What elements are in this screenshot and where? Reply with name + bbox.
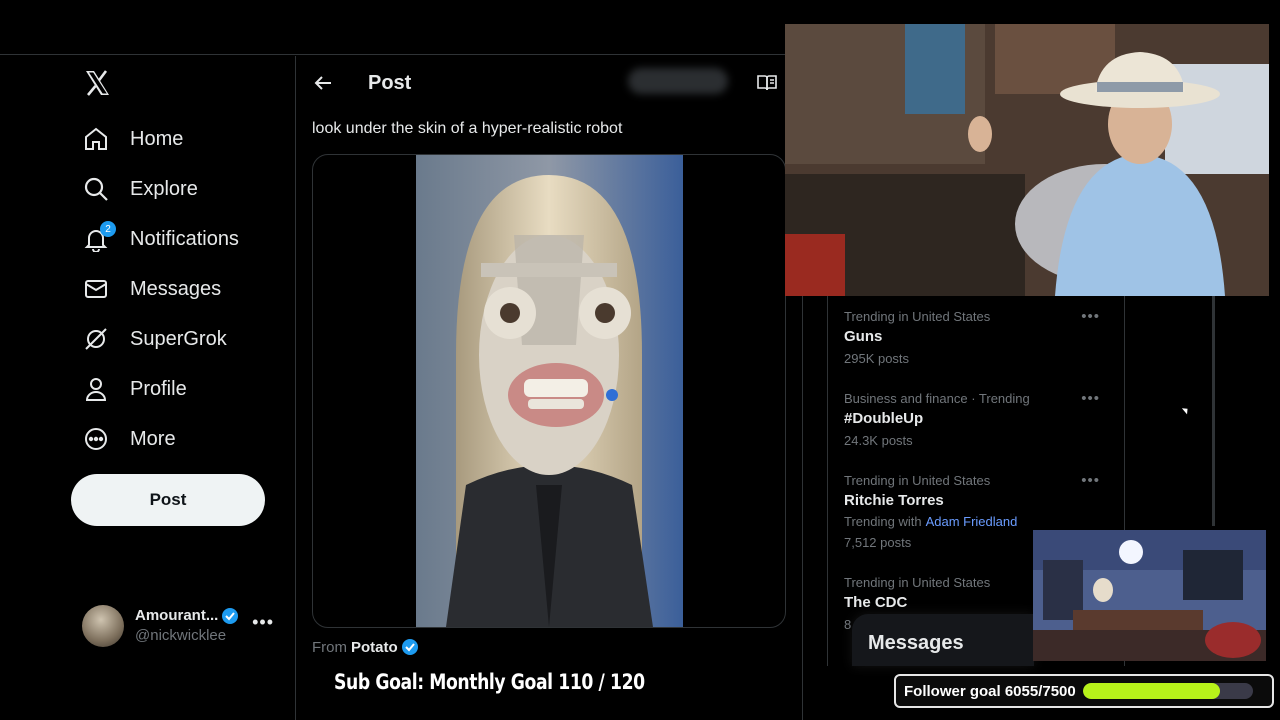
trend-meta: Trending in United States — [844, 309, 991, 324]
source-name[interactable]: Potato — [351, 639, 398, 656]
sidebar-item-profile[interactable]: Profile — [82, 369, 187, 409]
home-icon — [82, 125, 110, 153]
trend-related-link[interactable]: Adam Friedland — [926, 514, 1018, 529]
post-video[interactable] — [312, 154, 786, 628]
sidebar-item-messages[interactable]: Messages — [82, 269, 221, 309]
room-camera-image — [1033, 530, 1266, 661]
person-icon — [82, 375, 110, 403]
sidebar-item-label: Messages — [130, 277, 222, 300]
trend-related: Trending with Adam Friedland — [844, 512, 1108, 532]
sub-goal-text: Sub Goal: Monthly Goal 110 / 120 — [334, 670, 645, 694]
trend-name: Ritchie Torres — [844, 492, 944, 509]
trend-item[interactable]: Trending in United States Guns 295K post… — [844, 308, 1108, 370]
post-text: look under the skin of a hyper-realistic… — [312, 120, 623, 137]
sidebar-item-label: Explore — [130, 177, 198, 200]
trend-meta: Trending in United States — [844, 473, 991, 488]
messages-dock-label: Messages — [868, 632, 964, 654]
mouse-cursor-icon — [1181, 405, 1191, 415]
more-icon[interactable]: ••• — [1081, 390, 1100, 407]
account-name: Amourant... — [135, 607, 219, 624]
notification-badge: 2 — [100, 221, 116, 237]
trend-meta: Business and finance · Trending — [844, 391, 1030, 406]
sidebar-item-more[interactable]: More — [82, 419, 176, 459]
more-icon[interactable]: ••• — [1081, 308, 1100, 325]
follower-goal-widget: Follower goal 6055/7500 — [894, 674, 1274, 708]
sidebar-item-label: More — [130, 427, 176, 450]
account-handle: @nickwicklee — [135, 627, 227, 644]
x-logo-icon[interactable] — [82, 68, 112, 98]
trend-name: Guns — [844, 328, 883, 345]
sidebar-item-label: SuperGrok — [130, 327, 227, 350]
webcam-overlay — [785, 24, 1269, 296]
sidebar-item-supergrok[interactable]: SuperGrok — [82, 319, 227, 359]
page-title: Post — [368, 72, 412, 94]
sidebar-item-notifications[interactable]: 2 Notifications — [82, 219, 239, 259]
source-label: From — [312, 638, 347, 656]
search-icon — [82, 175, 110, 203]
reader-mode-icon[interactable] — [757, 74, 777, 92]
messages-dock[interactable]: Messages — [852, 614, 1034, 666]
blurred-header-element — [628, 68, 728, 94]
webcam-feed-image — [785, 24, 1269, 296]
post-source: From Potato — [312, 638, 419, 656]
trend-count: 295K posts — [844, 351, 910, 366]
more-icon[interactable]: ••• — [1081, 472, 1100, 489]
trend-count: 24.3K posts — [844, 433, 913, 448]
sidebar-item-home[interactable]: Home — [82, 119, 183, 159]
sidebar-nav: Home Explore 2 Notifications Messages Su… — [0, 56, 295, 720]
grok-icon — [82, 325, 110, 353]
account-more-icon[interactable]: ••• — [252, 612, 274, 633]
sidebar-item-explore[interactable]: Explore — [82, 169, 198, 209]
follower-goal-text: Follower goal 6055/7500 — [904, 682, 1076, 700]
bell-icon: 2 — [82, 221, 116, 253]
account-switcher[interactable]: Amourant... @nickwicklee ••• — [82, 604, 282, 648]
follower-goal-progress-fill — [1082, 683, 1220, 699]
verified-icon — [222, 608, 239, 624]
sidebar-item-label: Notifications — [130, 227, 239, 250]
follower-goal-progress-bar — [1082, 683, 1253, 699]
trend-item[interactable]: Business and finance · Trending #DoubleU… — [844, 390, 1108, 452]
envelope-icon — [82, 275, 110, 303]
trend-related-label: Trending with — [844, 514, 922, 529]
post-detail-column: Post look under the skin of a hyper-real… — [295, 56, 803, 720]
more-circle-icon — [82, 425, 110, 453]
robot-face-image — [416, 155, 683, 627]
sidebar-item-label: Home — [130, 127, 184, 150]
scrollbar[interactable] — [1212, 296, 1215, 526]
post-button[interactable]: Post — [71, 474, 265, 526]
top-divider — [0, 54, 785, 55]
back-arrow-icon[interactable] — [312, 72, 334, 94]
sidebar-item-label: Profile — [130, 377, 187, 400]
room-camera-overlay — [1033, 530, 1266, 661]
trend-name: #DoubleUp — [844, 410, 924, 427]
avatar — [82, 605, 124, 647]
verified-icon — [401, 639, 418, 655]
